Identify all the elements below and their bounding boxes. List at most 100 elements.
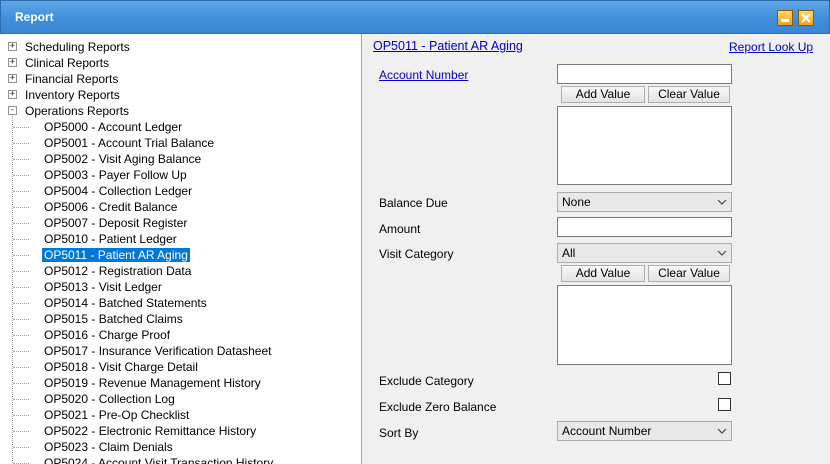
tree-group[interactable]: + Clinical Reports [8, 55, 358, 71]
tree-item-label: OP5021 - Pre-Op Checklist [44, 408, 190, 422]
tree-item-label: OP5011 - Patient AR Aging [41, 247, 191, 263]
tree-connector [13, 351, 29, 352]
tree-connector [13, 239, 29, 240]
tree-item[interactable]: OP5015 - Batched Claims [44, 311, 183, 327]
tree-item-label: OP5004 - Collection Ledger [44, 184, 193, 198]
exclude-category-label: Exclude Category [379, 374, 474, 388]
tree-item-label: OP5019 - Revenue Management History [44, 376, 261, 390]
tree-group-label: Scheduling Reports [25, 40, 130, 54]
tree-item[interactable]: OP5014 - Batched Statements [44, 295, 207, 311]
tree-item[interactable]: OP5023 - Claim Denials [44, 439, 173, 455]
visit-category-select[interactable]: All [557, 243, 732, 263]
exclude-zero-balance-label: Exclude Zero Balance [379, 400, 497, 414]
tree-item-label: OP5010 - Patient Ledger [44, 232, 177, 246]
chevron-down-icon [717, 250, 727, 256]
tree-item-label: OP5007 - Deposit Register [44, 216, 188, 230]
minimize-button[interactable] [777, 10, 793, 26]
account-number-label[interactable]: Account Number [379, 68, 468, 82]
tree-item[interactable]: OP5001 - Account Trial Balance [44, 135, 214, 151]
balance-due-value: None [562, 195, 591, 209]
report-parameters-panel: OP5011 - Patient AR Aging Report Look Up… [363, 34, 830, 464]
account-number-list[interactable] [557, 106, 732, 185]
chevron-down-icon [717, 428, 727, 434]
tree-item-label: OP5001 - Account Trial Balance [44, 136, 215, 150]
exclude-zero-balance-checkbox[interactable] [718, 398, 731, 411]
sort-by-value: Account Number [562, 424, 652, 438]
tree-item[interactable]: OP5016 - Charge Proof [44, 327, 170, 343]
tree-connector [13, 319, 29, 320]
balance-due-select[interactable]: None [557, 192, 732, 212]
tree-item[interactable]: OP5002 - Visit Aging Balance [44, 151, 201, 167]
report-tree[interactable]: + Scheduling Reports + Clinical Reports + Fin… [0, 34, 362, 464]
tree-item[interactable]: OP5022 - Electronic Remittance History [44, 423, 256, 439]
tree-item-label: OP5013 - Visit Ledger [44, 280, 162, 294]
tree-item[interactable]: OP5006 - Credit Balance [44, 199, 177, 215]
visit-category-list[interactable] [557, 285, 732, 365]
account-number-input[interactable] [557, 64, 732, 84]
tree-item-label: OP5023 - Claim Denials [44, 440, 173, 454]
tree-item[interactable]: OP5004 - Collection Ledger [44, 183, 192, 199]
tree-item-label: OP5003 - Payer Follow Up [44, 168, 187, 182]
tree-item[interactable]: OP5000 - Account Ledger [44, 119, 182, 135]
tree-item-label: OP5022 - Electronic Remittance History [44, 424, 257, 438]
sort-by-label: Sort By [379, 426, 419, 440]
tree-group[interactable]: - Operations Reports [8, 103, 358, 119]
tree-connector [13, 207, 29, 208]
tree-item[interactable]: OP5011 - Patient AR Aging [41, 247, 191, 263]
tree-item[interactable]: OP5020 - Collection Log [44, 391, 175, 407]
exclude-category-checkbox[interactable] [718, 372, 731, 385]
tree-item-label: OP5024 - Account Visit Transaction Histo… [44, 456, 274, 464]
visit-category-value: All [562, 246, 576, 260]
tree-group-label: Clinical Reports [25, 56, 110, 70]
tree-item-label: OP5018 - Visit Charge Detail [44, 360, 198, 374]
tree-item[interactable]: OP5021 - Pre-Op Checklist [44, 407, 189, 423]
report-title-link[interactable]: OP5011 - Patient AR Aging [373, 39, 523, 53]
tree-connector [13, 191, 29, 192]
tree-item[interactable]: OP5007 - Deposit Register [44, 215, 187, 231]
tree-item[interactable]: OP5017 - Insurance Verification Datashee… [44, 343, 271, 359]
clear-value-button[interactable]: Clear Value [648, 86, 730, 103]
tree-connector [13, 175, 29, 176]
expand-icon[interactable]: + [8, 58, 17, 67]
tree-group[interactable]: + Inventory Reports [8, 87, 358, 103]
tree-connector [13, 383, 29, 384]
report-lookup-link[interactable]: Report Look Up [729, 40, 813, 54]
tree-item-label: OP5015 - Batched Claims [44, 312, 183, 326]
tree-connector [13, 127, 29, 128]
amount-input[interactable] [557, 217, 732, 237]
visit-category-add-value-button[interactable]: Add Value [561, 265, 645, 282]
balance-due-label: Balance Due [379, 196, 448, 210]
tree-item[interactable]: OP5024 - Account Visit Transaction Histo… [44, 455, 273, 464]
expand-icon[interactable]: + [8, 42, 17, 51]
amount-label: Amount [379, 222, 421, 236]
tree-group[interactable]: + Scheduling Reports [8, 39, 358, 55]
tree-item[interactable]: OP5018 - Visit Charge Detail [44, 359, 198, 375]
tree-connector [13, 335, 29, 336]
tree-item[interactable]: OP5019 - Revenue Management History [44, 375, 261, 391]
collapse-icon[interactable]: - [8, 106, 17, 115]
tree-connector [13, 223, 29, 224]
tree-group-label: Operations Reports [25, 104, 130, 118]
tree-item[interactable]: OP5013 - Visit Ledger [44, 279, 162, 295]
tree-connector [13, 399, 29, 400]
tree-connector [13, 255, 29, 256]
tree-group-label: Financial Reports [25, 72, 119, 86]
tree-item[interactable]: OP5010 - Patient Ledger [44, 231, 177, 247]
tree-item-label: OP5012 - Registration Data [44, 264, 192, 278]
expand-icon[interactable]: + [8, 74, 17, 83]
tree-connector [13, 159, 29, 160]
tree-connector [13, 287, 29, 288]
sort-by-select[interactable]: Account Number [557, 421, 732, 441]
tree-item[interactable]: OP5012 - Registration Data [44, 263, 191, 279]
visit-category-clear-value-button[interactable]: Clear Value [648, 265, 730, 282]
tree-connector [13, 271, 29, 272]
window-title: Report [15, 10, 54, 24]
title-bar: Report [0, 0, 830, 34]
close-button[interactable] [798, 10, 814, 26]
expand-icon[interactable]: + [8, 90, 17, 99]
close-icon [801, 13, 811, 23]
tree-item-label: OP5016 - Charge Proof [44, 328, 171, 342]
tree-group[interactable]: + Financial Reports [8, 71, 358, 87]
tree-item[interactable]: OP5003 - Payer Follow Up [44, 167, 187, 183]
add-value-button[interactable]: Add Value [561, 86, 645, 103]
